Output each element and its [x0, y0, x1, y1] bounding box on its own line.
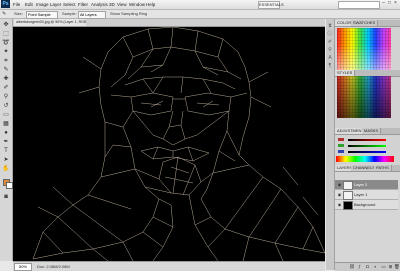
color-panel-tabs: COLOR SWATCHES [335, 20, 400, 27]
menu-file[interactable]: File [13, 1, 20, 8]
info-panel-icon[interactable]: ⓘ [327, 31, 333, 37]
clone-stamp-tool-icon[interactable]: ⚲ [2, 94, 10, 101]
line-art-portrait [32, 27, 325, 261]
swatches-grid-lines [337, 28, 391, 70]
red-slider[interactable] [348, 139, 386, 141]
menu-layer[interactable]: Layer [50, 1, 61, 8]
red-channel-swatch [338, 138, 344, 141]
tab-swatches[interactable]: SWATCHES [351, 20, 379, 26]
menu-bar: Ps File Edit Image Layer Select Filter A… [0, 0, 400, 10]
tab-paths[interactable]: PATHS [374, 165, 392, 171]
dodge-tool-icon[interactable]: ● [2, 130, 10, 137]
history-brush-tool-icon[interactable]: ↺ [2, 103, 10, 110]
quick-mask-icon[interactable]: ◙ [2, 194, 10, 201]
lasso-tool-icon[interactable]: ➰ [2, 40, 10, 47]
character-panel-icon[interactable]: A [327, 55, 333, 61]
tab-masks[interactable]: MASKS [362, 128, 382, 134]
layers-panel-tabs: LAYERS CHANNELS PATHS [335, 165, 400, 172]
layer-name: Background [354, 202, 376, 207]
brush-panel-icon[interactable]: ✐ [327, 39, 333, 45]
menu-view[interactable]: View [117, 1, 127, 8]
menu-select[interactable]: Select [63, 1, 76, 8]
visibility-eye-icon[interactable]: ◉ [337, 202, 342, 207]
menu-filter[interactable]: Filter [78, 1, 88, 8]
sample-size-label: Size: [14, 11, 23, 16]
document-tab-bar: albertsburgerix03.jpg @ 50% (Layer 1, RG… [13, 19, 325, 27]
close-button[interactable]: × [393, 1, 398, 6]
blue-channel-swatch [338, 150, 344, 153]
history-panel-icon[interactable]: ⧗ [327, 23, 333, 29]
menu-edit[interactable]: Edit [25, 1, 33, 8]
adjustment-row-blue [336, 149, 394, 154]
visibility-eye-icon[interactable]: ◉ [337, 192, 342, 197]
green-channel-swatch [338, 144, 344, 147]
tools-panel: ✥ ⬚ ➰ ✦ ⌗ ✎ ✚ ✐ ⚲ ↺ ▭ ▦ ● ✒ T ➤ ✋ ◙ [0, 19, 13, 261]
menu-image[interactable]: Image [36, 1, 49, 8]
new-layer-icon[interactable]: ⊞ [388, 264, 393, 269]
layer-thumbnail [343, 181, 353, 190]
blue-slider[interactable] [348, 151, 386, 153]
add-mask-icon[interactable]: ◘ [365, 264, 370, 269]
sampling-ring-checkbox[interactable]: Show Sampling Ring [110, 11, 147, 17]
paragraph-panel-icon[interactable]: ¶ [327, 63, 333, 69]
type-tool-icon[interactable]: T [2, 148, 10, 155]
layer-thumbnail [343, 201, 353, 210]
eyedropper-icon[interactable]: ✎ [2, 11, 10, 17]
delete-layer-icon[interactable]: 🗑 [394, 264, 400, 269]
color-ramp[interactable] [336, 156, 394, 162]
eraser-tool-icon[interactable]: ▭ [2, 112, 10, 119]
marquee-tool-icon[interactable]: ⬚ [2, 31, 10, 38]
document-tab[interactable]: albertsburgerix03.jpg @ 50% (Layer 1, RG… [14, 19, 86, 26]
quick-select-tool-icon[interactable]: ✦ [2, 49, 10, 56]
photoshop-logo: Ps [1, 0, 10, 8]
healing-brush-tool-icon[interactable]: ✚ [2, 76, 10, 83]
crop-tool-icon[interactable]: ⌗ [2, 58, 10, 65]
gradient-tool-icon[interactable]: ▦ [2, 121, 10, 128]
green-slider[interactable] [348, 145, 386, 147]
brush-tool-icon[interactable]: ✐ [2, 85, 10, 92]
canvas[interactable] [13, 27, 325, 261]
move-tool-icon[interactable]: ✥ [2, 22, 10, 29]
swatches-grid-lines-bottom [337, 76, 391, 118]
link-layers-icon[interactable]: ⛓ [349, 264, 355, 269]
eyedropper-tool-icon[interactable]: ✎ [2, 67, 10, 74]
maximize-button[interactable]: □ [387, 1, 392, 6]
menu-analysis[interactable]: Analysis [91, 1, 108, 8]
sample-size-select[interactable]: Point Sample [26, 11, 58, 19]
options-bar: ✎ Size: Point Sample Sample: All Layers … [0, 10, 400, 19]
layer-thumbnail [343, 191, 353, 200]
new-group-icon[interactable]: ▭ [381, 264, 386, 269]
path-selection-tool-icon[interactable]: ➤ [2, 157, 10, 164]
menu-window[interactable]: Window [129, 1, 145, 8]
menu-3d[interactable]: 3D [109, 1, 115, 8]
sample-label: Sample: [62, 11, 77, 16]
layer-name: Layer 1 [354, 192, 368, 197]
collapsed-panel-strip: ⧗ ⓘ ✐ ⚲ A ¶ [326, 19, 335, 270]
adjustment-row-green [336, 143, 394, 148]
clone-source-panel-icon[interactable]: ⚲ [327, 47, 333, 53]
adjustment-row-red [336, 137, 394, 142]
hand-tool-icon[interactable]: ✋ [2, 166, 10, 173]
adjustment-layer-icon[interactable]: ◐ [373, 264, 378, 269]
background-color-swatch[interactable] [6, 182, 13, 189]
adjustments-panel-tabs: ADJUSTMENTS MASKS [335, 128, 400, 135]
search-input[interactable] [338, 1, 380, 9]
pen-tool-icon[interactable]: ✒ [2, 139, 10, 146]
visibility-eye-icon[interactable]: ◉ [337, 182, 342, 187]
sample-layers-select[interactable]: All Layers [78, 11, 106, 19]
menu-help[interactable]: Help [146, 1, 155, 8]
minimize-button[interactable]: – [381, 1, 386, 6]
layer-name: Layer 2 [354, 182, 368, 187]
layer-style-icon[interactable]: ƒ [357, 264, 362, 269]
document-info: Doc: 2.08M/2.08M [37, 264, 70, 269]
workspace-switcher-button[interactable]: ESSENTIALS [258, 1, 284, 9]
